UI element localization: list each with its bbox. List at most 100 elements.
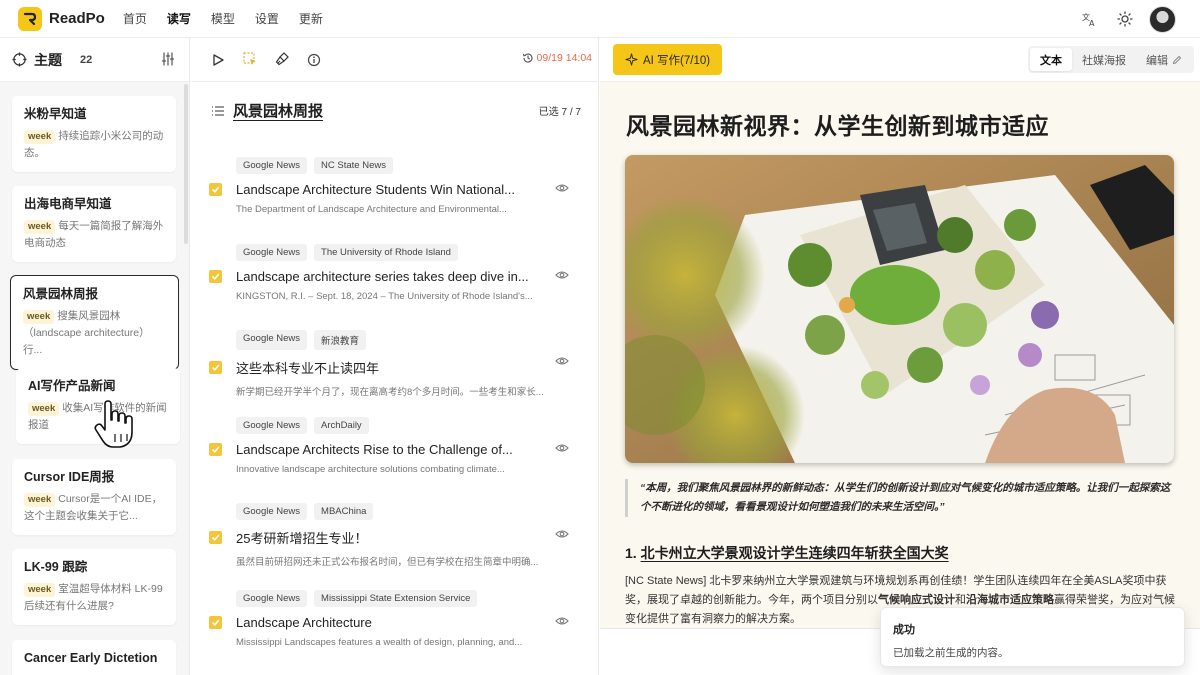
nav-item-models[interactable]: 模型: [211, 10, 235, 27]
app-logo[interactable]: ReadPo: [18, 6, 105, 31]
source-tag: Google News: [236, 157, 308, 174]
preview-title: 风景园林新视界：从学生创新到城市适应: [626, 113, 1049, 139]
article-item[interactable]: Google News Mississippi State Extension S…: [209, 590, 581, 648]
article-preview: 风景园林新视界：从学生创新到城市适应 “本周，我们聚焦风景园林界的新鲜动态：从学…: [600, 82, 1200, 628]
article-checkbox[interactable]: [209, 183, 222, 196]
topic-card[interactable]: 出海电商早知道 week 每天一篇简报了解海外电商动态: [12, 186, 176, 262]
article-title[interactable]: Landscape Architecture: [236, 615, 536, 630]
week-tag: week: [24, 220, 56, 234]
topic-card[interactable]: 米粉早知道 week 持续追踪小米公司的动态。: [12, 96, 176, 172]
source-tag: The University of Rhode Island: [314, 244, 458, 261]
select-cursor-icon[interactable]: [237, 47, 263, 73]
nav-item-updates[interactable]: 更新: [299, 10, 323, 27]
topic-name: 出海电商早知道: [24, 197, 112, 211]
bold-term: 气候响应式设计: [878, 594, 955, 606]
source-tag: Google News: [236, 417, 308, 434]
article-item[interactable]: Google News The University of Rhode Islan…: [209, 244, 581, 302]
article-title[interactable]: Landscape Architecture Students Win Nati…: [236, 182, 536, 197]
eye-icon[interactable]: [555, 356, 569, 366]
tab-social-poster[interactable]: 社媒海报: [1072, 48, 1136, 71]
source-tag: Google News: [236, 503, 308, 520]
article-checkbox[interactable]: [209, 443, 222, 456]
topic-count: 22: [80, 53, 93, 66]
eye-icon[interactable]: [555, 616, 569, 626]
pencil-icon: [1172, 55, 1182, 64]
toast-title: 成功: [893, 624, 915, 636]
play-icon[interactable]: [205, 47, 231, 73]
topic-description: week 室温超导体材料 LK-99 后续还有什么进展?: [24, 581, 164, 615]
article-snippet: 虽然目前研招网还未正式公布报名时间，但已有学校在招生简章中明确...: [236, 557, 539, 568]
article-checkbox[interactable]: [209, 361, 222, 374]
topic-card-selected[interactable]: 风景园林周报 week 搜集风景园林（landscape architecture…: [10, 275, 179, 370]
article-item[interactable]: Google News ArchDaily Landscape Architect…: [209, 417, 581, 475]
nav-item-read-write[interactable]: 读写: [167, 10, 191, 27]
article-item[interactable]: Google News MBAChina 25考研新增招生专业！ 虽然目前研招网还…: [209, 503, 581, 568]
topic-name: AI写作产品新闻: [28, 379, 116, 393]
topic-card[interactable]: Cancer Early Dictetion: [12, 640, 176, 675]
article-item[interactable]: Google News NC State News Landscape Archi…: [209, 157, 581, 215]
article-title[interactable]: Landscape Architects Rise to the Challen…: [236, 442, 536, 457]
ai-write-button[interactable]: AI 写作(7/10): [613, 44, 723, 75]
last-generated-time: 09/19 14:04: [522, 52, 592, 64]
topic-card[interactable]: Cursor IDE周报 week Cursor是一个AI IDE，这个主题会收集…: [12, 459, 176, 535]
tab-edit[interactable]: 编辑: [1136, 48, 1192, 71]
main-nav: 首页 读写 模型 设置 更新: [123, 10, 343, 27]
timestamp-text: 09/19 14:04: [536, 52, 592, 64]
bold-term: 沿海城市适应策略: [966, 594, 1054, 606]
article-checkbox[interactable]: [209, 270, 222, 283]
nav-item-home[interactable]: 首页: [123, 10, 147, 27]
source-tag: Google News: [236, 244, 308, 261]
sidebar-title: 主题: [34, 51, 62, 68]
article-list-panel: 09/19 14:04 风景园林周报 已选 7 / 7 Google News N…: [191, 38, 599, 675]
article-snippet: The Department of Landscape Architecture…: [236, 204, 507, 215]
article-checkbox[interactable]: [209, 531, 222, 544]
eye-icon[interactable]: [555, 529, 569, 539]
topic-name: 米粉早知道: [24, 107, 87, 121]
article-snippet: 新学期已经开学半个月了，现在离高考约8个多月时间。一些考生和家长...: [236, 387, 544, 398]
topic-card[interactable]: LK-99 跟踪 week 室温超导体材料 LK-99 后续还有什么进展?: [12, 549, 176, 625]
source-tag: Google News: [236, 330, 308, 350]
sidebar-header: 主题 22: [0, 38, 189, 82]
topic-description: week Cursor是一个AI IDE，这个主题会收集关于它...: [24, 491, 164, 525]
source-tag: Mississippi State Extension Service: [314, 590, 478, 607]
hero-image-landscape-plan: [625, 155, 1174, 463]
source-tag: Google News: [236, 590, 308, 607]
topic-name: Cursor IDE周报: [24, 470, 115, 484]
user-avatar[interactable]: [1149, 5, 1176, 33]
sidebar-scrollbar[interactable]: [184, 84, 188, 244]
article-title[interactable]: 25考研新增招生专业！: [236, 528, 536, 547]
history-clock-icon: [522, 53, 533, 63]
section-heading: 1. 北卡州立大学景观设计学生连续四年斩获全国大奖: [625, 543, 949, 563]
nav-item-settings[interactable]: 设置: [255, 10, 279, 27]
article-item[interactable]: Google News 新浪教育 这些本科专业不止读四年 新学期已经开学半个月了，…: [209, 330, 581, 398]
topic-name: Cancer Early Dictetion: [24, 651, 158, 665]
tab-edit-label: 编辑: [1146, 54, 1168, 67]
top-navigation-bar: ReadPo 首页 读写 模型 设置 更新 文A: [0, 0, 1200, 38]
article-toolbar: 09/19 14:04: [191, 38, 598, 82]
clean-brush-icon[interactable]: [269, 47, 295, 73]
tab-text[interactable]: 文本: [1030, 48, 1072, 71]
section-title-link[interactable]: 北卡州立大学景观设计学生连续四年斩获全国大奖: [641, 545, 949, 561]
article-title[interactable]: 这些本科专业不止读四年: [236, 358, 536, 377]
ai-write-label: AI 写作(7/10): [643, 54, 711, 67]
topic-description: week 持续追踪小米公司的动态。: [24, 128, 164, 162]
summary-quote: “本周，我们聚焦风景园林界的新鲜动态：从学生们的创新设计到应对气候变化的城市适应…: [625, 479, 1174, 517]
eye-icon[interactable]: [555, 270, 569, 280]
eye-icon[interactable]: [555, 183, 569, 193]
source-tag: MBAChina: [314, 503, 374, 520]
sparkle-icon: [625, 53, 638, 66]
info-icon[interactable]: [301, 47, 327, 73]
source-tag: ArchDaily: [314, 417, 369, 434]
article-checkbox[interactable]: [209, 616, 222, 629]
week-tag: week: [23, 310, 55, 324]
translate-icon[interactable]: 文A: [1075, 5, 1103, 33]
topics-sidebar: 主题 22 米粉早知道 week 持续追踪小米公司的动态。 出海电商早知道 wee…: [0, 38, 190, 675]
success-toast: 成功 已加载之前生成的内容。: [880, 607, 1185, 667]
filter-sliders-icon[interactable]: [161, 52, 175, 66]
eye-icon[interactable]: [555, 443, 569, 453]
view-mode-tabs: 文本 社媒海报 编辑: [1028, 46, 1194, 73]
theme-toggle-sun-icon[interactable]: [1111, 5, 1139, 33]
selected-count: 已选 7 / 7: [538, 107, 581, 118]
toast-message: 已加载之前生成的内容。: [893, 647, 1009, 659]
article-title[interactable]: Landscape architecture series takes deep…: [236, 269, 536, 284]
